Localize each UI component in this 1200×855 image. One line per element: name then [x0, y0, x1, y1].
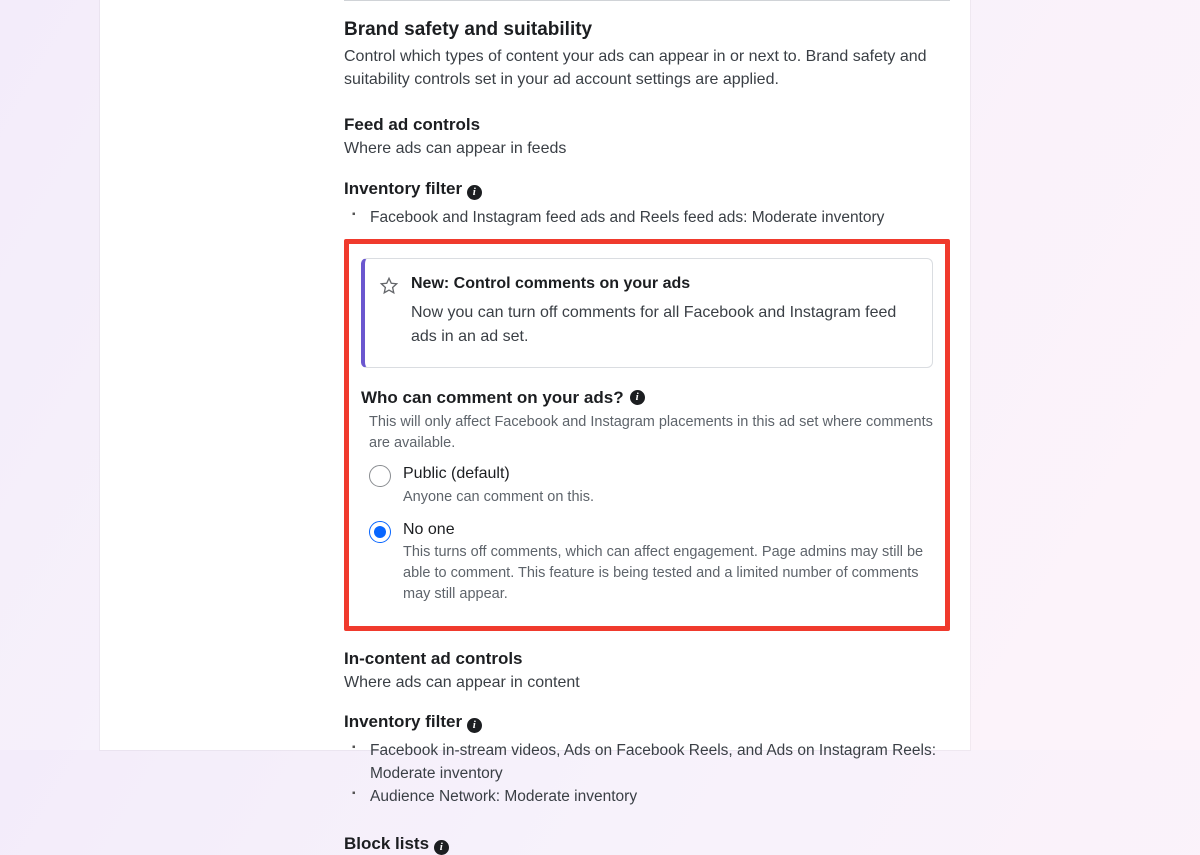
comment-control-section: Who can comment on your ads? i This will…: [361, 388, 933, 606]
comment-control-title: Who can comment on your ads? i: [361, 388, 933, 408]
inventory-filter-label: Inventory filter: [344, 179, 462, 198]
inventory-filter-content-section: Inventory filter i Facebook in-stream vi…: [344, 712, 950, 809]
comment-control-title-text: Who can comment on your ads?: [361, 388, 624, 408]
radio-label: No one: [403, 520, 933, 541]
feed-controls-desc: Where ads can appear in feeds: [344, 137, 950, 160]
radio-description: This turns off comments, which can affec…: [403, 542, 933, 605]
divider: [344, 0, 950, 1]
list-item: Audience Network: Moderate inventory: [364, 785, 950, 808]
callout-body: Now you can turn off comments for all Fa…: [411, 301, 914, 349]
inventory-filter-label: Inventory filter: [344, 712, 462, 731]
in-content-desc: Where ads can appear in content: [344, 671, 950, 694]
settings-panel: Brand safety and suitability Control whi…: [100, 0, 970, 750]
in-content-title: In-content ad controls: [344, 649, 950, 669]
inventory-filter-feed-title: Inventory filter i: [344, 179, 950, 200]
list-item: Facebook in-stream videos, Ads on Facebo…: [364, 739, 950, 786]
inventory-filter-content-title: Inventory filter i: [344, 712, 950, 733]
callout-title: New: Control comments on your ads: [411, 275, 914, 293]
brand-safety-section: Brand safety and suitability Control whi…: [344, 19, 950, 91]
list-item: Facebook and Instagram feed ads and Reel…: [364, 206, 950, 229]
radio-option-no-one[interactable]: No one This turns off comments, which ca…: [369, 520, 933, 606]
block-lists-title: Block lists i: [344, 834, 950, 855]
inventory-filter-content-list: Facebook in-stream videos, Ads on Facebo…: [344, 739, 950, 809]
comment-radio-group: Public (default) Anyone can comment on t…: [369, 464, 933, 606]
radio-input[interactable]: [369, 521, 391, 543]
inventory-filter-feed-section: Inventory filter i Facebook and Instagra…: [344, 179, 950, 229]
info-icon[interactable]: i: [434, 840, 449, 855]
radio-description: Anyone can comment on this.: [403, 487, 594, 508]
info-icon[interactable]: i: [630, 390, 645, 405]
radio-text: Public (default) Anyone can comment on t…: [403, 464, 594, 508]
feed-controls-section: Feed ad controls Where ads can appear in…: [344, 115, 950, 160]
in-content-controls-section: In-content ad controls Where ads can app…: [344, 649, 950, 694]
block-lists-label: Block lists: [344, 834, 429, 853]
block-lists-section: Block lists i: [344, 834, 950, 855]
inventory-filter-feed-list: Facebook and Instagram feed ads and Reel…: [344, 206, 950, 229]
feed-controls-title: Feed ad controls: [344, 115, 950, 135]
new-feature-callout: New: Control comments on your ads Now yo…: [361, 258, 933, 368]
info-icon[interactable]: i: [467, 718, 482, 733]
radio-text: No one This turns off comments, which ca…: [403, 520, 933, 606]
radio-option-public[interactable]: Public (default) Anyone can comment on t…: [369, 464, 933, 508]
star-icon: [379, 276, 399, 349]
radio-label: Public (default): [403, 464, 594, 485]
callout-content: New: Control comments on your ads Now yo…: [411, 275, 914, 349]
highlighted-region: New: Control comments on your ads Now yo…: [344, 239, 950, 631]
brand-safety-desc: Control which types of content your ads …: [344, 45, 950, 91]
radio-input[interactable]: [369, 465, 391, 487]
brand-safety-title: Brand safety and suitability: [344, 19, 950, 41]
comment-control-desc: This will only affect Facebook and Insta…: [369, 412, 933, 454]
info-icon[interactable]: i: [467, 185, 482, 200]
